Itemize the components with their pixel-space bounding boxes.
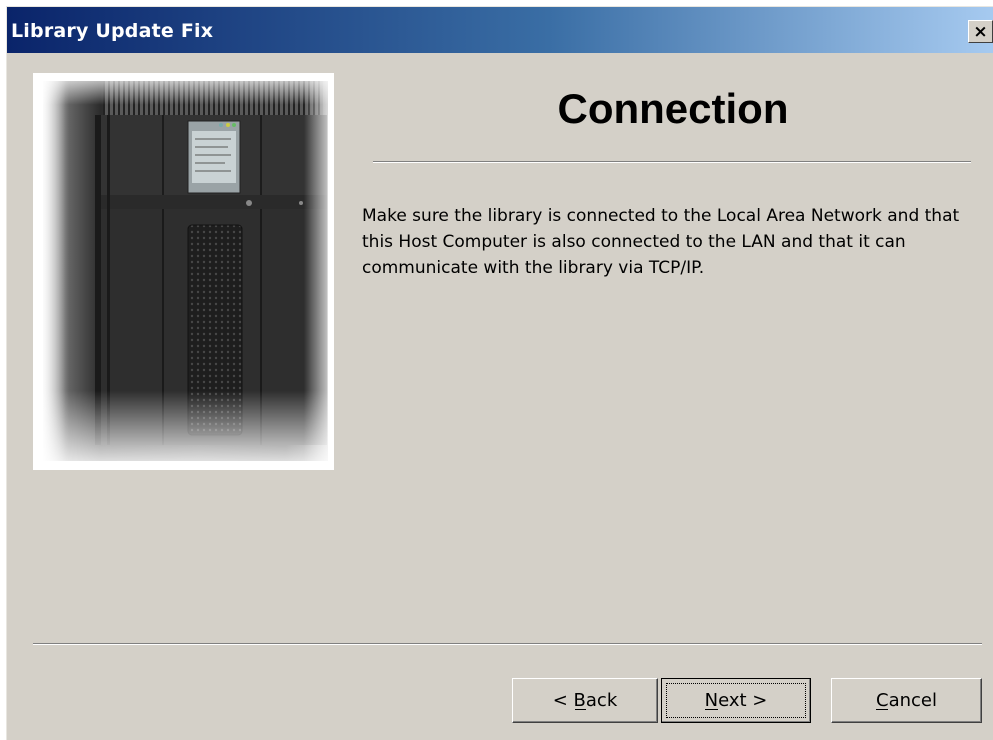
close-button[interactable]: × — [968, 20, 993, 43]
back-label-text: < Back — [552, 690, 618, 711]
next-button[interactable]: Next > — [661, 678, 811, 723]
cancel-label-text: Cancel — [876, 690, 937, 711]
instruction-text: Make sure the library is connected to th… — [362, 206, 960, 278]
page-title: Connection — [557, 85, 789, 132]
mnemonic-underline — [876, 709, 888, 710]
footer-divider — [33, 643, 982, 645]
next-button-label: Next > — [704, 690, 768, 711]
tape-library-illustration — [33, 73, 334, 470]
wizard-window: Library Update Fix × Connection Make sur… — [6, 6, 993, 740]
mnemonic-underline — [574, 709, 586, 710]
title-bar[interactable]: Library Update Fix × — [7, 7, 993, 53]
tape-library-image — [33, 73, 334, 470]
cancel-button[interactable]: Cancel — [831, 678, 982, 723]
cancel-button-label: Cancel — [876, 690, 937, 711]
back-button-label: < Back — [553, 690, 618, 711]
back-button[interactable]: < Back — [512, 678, 658, 723]
mnemonic-underline — [704, 709, 718, 710]
window-title: Library Update Fix — [11, 20, 214, 42]
close-icon: × — [973, 21, 988, 42]
next-label-text: Next > — [704, 690, 768, 711]
heading-divider — [373, 161, 971, 163]
